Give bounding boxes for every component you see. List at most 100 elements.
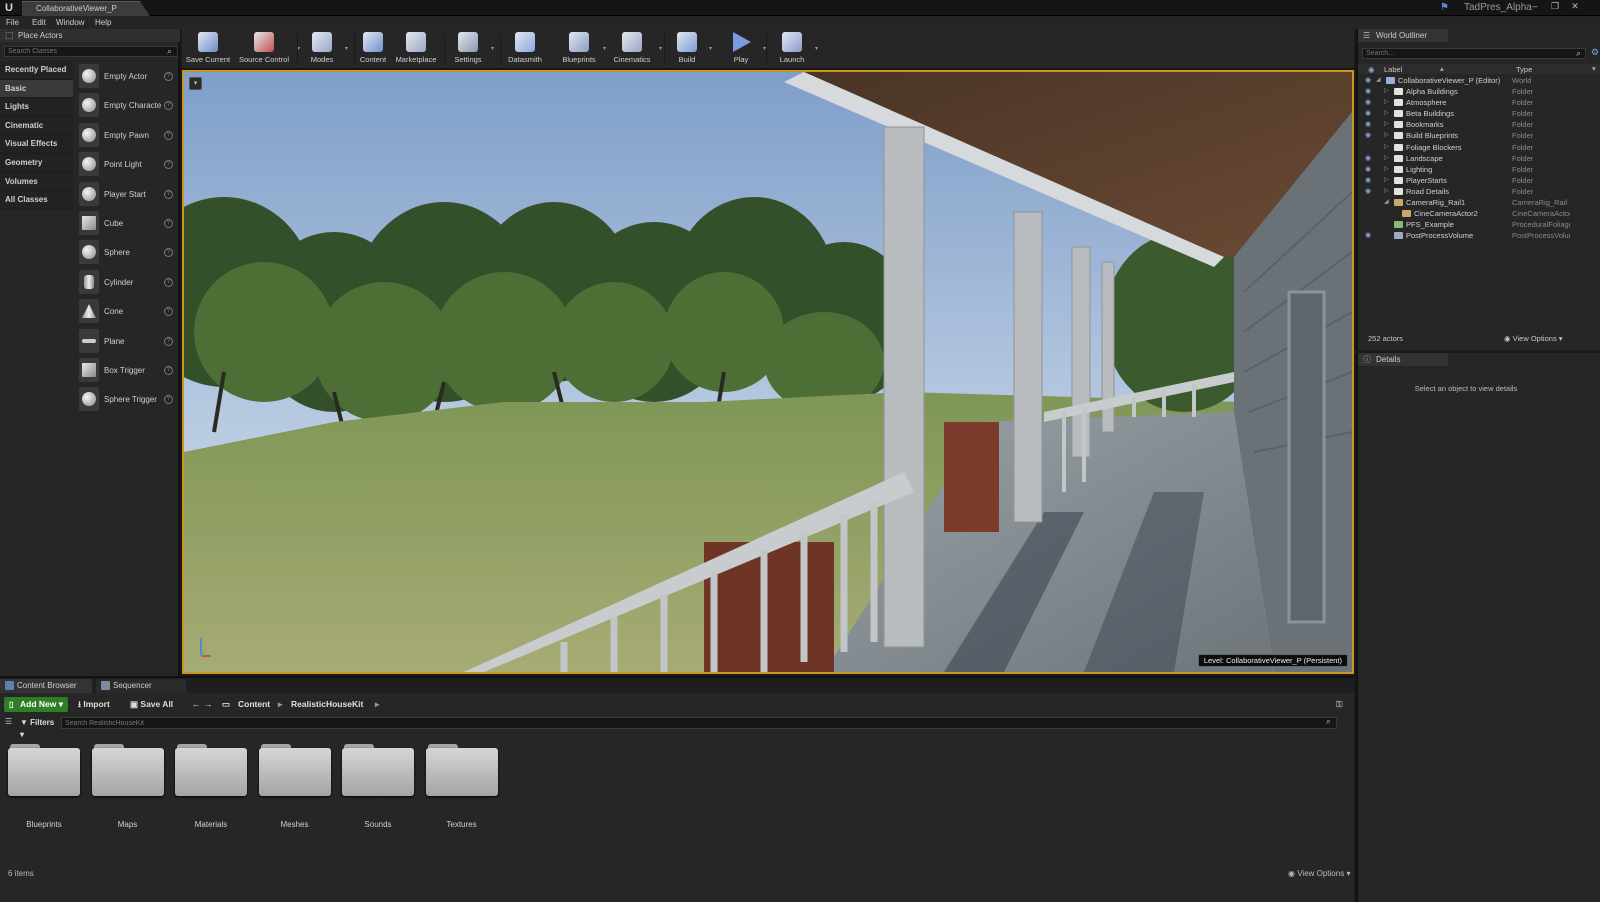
- search-icon[interactable]: ⌕: [167, 46, 177, 56]
- help-icon[interactable]: ?: [164, 336, 173, 346]
- search-icon[interactable]: ⌕: [1576, 48, 1581, 59]
- search-classes-input[interactable]: [4, 46, 178, 57]
- back-button[interactable]: ←: [192, 697, 201, 712]
- column-label[interactable]: Label: [1384, 65, 1402, 74]
- category-volumes[interactable]: Volumes: [0, 172, 73, 192]
- outliner-row[interactable]: ◉ ▷ Landscape Folder: [1358, 153, 1600, 164]
- folder-materials[interactable]: Materials: [175, 744, 247, 829]
- build-button[interactable]: Build ▾: [668, 29, 712, 69]
- tab-world-outliner[interactable]: ☰ World Outliner: [1358, 29, 1448, 42]
- folder-textures[interactable]: Textures: [425, 744, 498, 829]
- save-all-button[interactable]: ▣ Save All: [130, 697, 173, 712]
- visibility-eye-icon[interactable]: ◉: [1365, 86, 1371, 97]
- category-lights[interactable]: Lights: [0, 98, 73, 117]
- datasmith-button[interactable]: Datasmith: [502, 29, 548, 69]
- dropdown-arrow-icon[interactable]: ▾: [815, 45, 818, 52]
- help-icon[interactable]: ?: [164, 130, 173, 140]
- help-icon[interactable]: ?: [164, 101, 173, 111]
- sources-toggle-icon[interactable]: ☰: [5, 717, 12, 726]
- breadcrumb-realistichousekit[interactable]: RealisticHouseKit: [291, 697, 363, 712]
- launch-button[interactable]: Launch ▾: [772, 29, 818, 69]
- minimize-button[interactable]: –: [1526, 0, 1544, 12]
- outliner-search-input[interactable]: [1362, 48, 1586, 59]
- content-button[interactable]: Content: [357, 29, 389, 69]
- outliner-view-options-button[interactable]: ◉ View Options ▾: [1504, 334, 1563, 343]
- expand-arrow-icon[interactable]: ▷: [1384, 153, 1389, 164]
- expand-arrow-icon[interactable]: ▷: [1384, 142, 1389, 153]
- actor-item[interactable]: Cone?: [76, 297, 178, 326]
- blueprints-button[interactable]: Blueprints ▾: [558, 29, 606, 69]
- outliner-row[interactable]: ◉ PostProcessVolume PostProcessVolume: [1358, 230, 1600, 241]
- expand-arrow-icon[interactable]: ▷: [1384, 164, 1389, 175]
- visibility-eye-icon[interactable]: ◉: [1365, 108, 1371, 119]
- outliner-row[interactable]: PFS_Example ProceduralFoliage: [1358, 219, 1600, 230]
- menu-edit[interactable]: Edit: [32, 16, 46, 29]
- viewport-options-dropdown[interactable]: ▾: [189, 77, 202, 90]
- collapse-arrow-icon[interactable]: ◢: [1384, 197, 1389, 208]
- help-icon[interactable]: ?: [164, 395, 173, 405]
- source-control-button[interactable]: Source Control ▾: [234, 29, 300, 69]
- actor-item[interactable]: Point Light?: [76, 150, 178, 179]
- expand-arrow-icon[interactable]: ▷: [1384, 86, 1389, 97]
- outliner-row[interactable]: ◉ ▷ Road Details Folder: [1358, 186, 1600, 197]
- outliner-row[interactable]: ◉ ▷ Alpha Buildings Folder: [1358, 86, 1600, 97]
- outliner-row[interactable]: ◉ ▷ Bookmarks Folder: [1358, 119, 1600, 130]
- expand-arrow-icon[interactable]: ▷: [1384, 119, 1389, 130]
- folder-blueprints[interactable]: Blueprints: [8, 744, 80, 829]
- add-new-button[interactable]: ▯ Add New ▾: [4, 697, 68, 712]
- actor-item[interactable]: Sphere Trigger?: [76, 385, 178, 414]
- document-tab[interactable]: CollaborativeViewer_P: [22, 1, 150, 16]
- folder-meshes[interactable]: Meshes: [258, 744, 331, 829]
- visibility-eye-icon[interactable]: ◉: [1365, 164, 1371, 175]
- visibility-eye-icon[interactable]: ◉: [1365, 130, 1371, 141]
- actor-item[interactable]: Plane?: [76, 327, 178, 356]
- folder-sounds[interactable]: Sounds: [342, 744, 414, 829]
- outliner-row[interactable]: ◉ ▷ Atmosphere Folder: [1358, 97, 1600, 108]
- category-geometry[interactable]: Geometry: [0, 153, 73, 173]
- help-icon[interactable]: ?: [164, 307, 173, 317]
- visibility-eye-icon[interactable]: ◉: [1365, 75, 1371, 86]
- outliner-row[interactable]: ◉ ◢ CollaborativeViewer_P (Editor) World: [1358, 75, 1600, 86]
- lock-icon[interactable]: ⚿: [1336, 697, 1342, 712]
- expand-arrow-icon[interactable]: ▷: [1384, 186, 1389, 197]
- menu-window[interactable]: Window: [56, 16, 84, 29]
- menu-help[interactable]: Help: [95, 16, 111, 29]
- expand-arrow-icon[interactable]: ▷: [1384, 175, 1389, 186]
- help-icon[interactable]: ?: [164, 72, 173, 81]
- modes-button[interactable]: Modes ▾: [302, 29, 348, 69]
- dropdown-arrow-icon[interactable]: ▾: [709, 45, 712, 52]
- outliner-row[interactable]: ◉ ▷ Build Blueprints Folder: [1358, 130, 1600, 141]
- place-actors-tab[interactable]: ⬚ Place Actors: [0, 29, 180, 42]
- visibility-eye-icon[interactable]: ◉: [1365, 175, 1371, 186]
- visibility-eye-icon[interactable]: ◉: [1365, 186, 1371, 197]
- tab-sequencer[interactable]: Sequencer: [96, 679, 186, 693]
- outliner-row[interactable]: ◉ ▷ Lighting Folder: [1358, 164, 1600, 175]
- save-current-button[interactable]: Save Current: [184, 29, 232, 69]
- dropdown-arrow-icon[interactable]: ▾: [491, 45, 494, 52]
- cinematics-button[interactable]: Cinematics ▾: [608, 29, 662, 69]
- breadcrumb-content[interactable]: Content: [238, 697, 270, 712]
- help-icon[interactable]: ?: [164, 160, 173, 170]
- help-icon[interactable]: ?: [164, 248, 173, 258]
- expand-arrow-icon[interactable]: ▷: [1384, 130, 1389, 141]
- category-recently-placed[interactable]: Recently Placed: [0, 61, 73, 80]
- outliner-row[interactable]: ▷ Foliage Blockers Folder: [1358, 142, 1600, 153]
- outliner-row[interactable]: ◉ ▷ PlayerStarts Folder: [1358, 175, 1600, 186]
- expand-arrow-icon[interactable]: ▷: [1384, 97, 1389, 108]
- column-type[interactable]: Type: [1516, 65, 1532, 74]
- category-basic[interactable]: Basic: [0, 79, 73, 99]
- dropdown-arrow-icon[interactable]: ▾: [659, 45, 662, 52]
- search-icon[interactable]: ⌕: [1326, 716, 1331, 727]
- outliner-row[interactable]: ◢ CameraRig_Rail1 CameraRig_Rail: [1358, 197, 1600, 208]
- column-options-icon[interactable]: ▾: [1592, 64, 1596, 73]
- visibility-eye-icon[interactable]: ◉: [1365, 119, 1371, 130]
- tab-details[interactable]: ⓘ Details: [1358, 353, 1448, 366]
- import-button[interactable]: ⭳ Import: [78, 697, 110, 712]
- category-visual-effects[interactable]: Visual Effects: [0, 135, 73, 154]
- settings-button[interactable]: Settings ▾: [448, 29, 494, 69]
- outliner-row[interactable]: CineCameraActor2 CineCameraActor: [1358, 208, 1600, 219]
- actor-item[interactable]: Empty Pawn?: [76, 121, 178, 150]
- actor-item[interactable]: Cylinder?: [76, 268, 178, 297]
- actor-item[interactable]: Box Trigger?: [76, 356, 178, 385]
- help-icon[interactable]: ?: [164, 189, 173, 199]
